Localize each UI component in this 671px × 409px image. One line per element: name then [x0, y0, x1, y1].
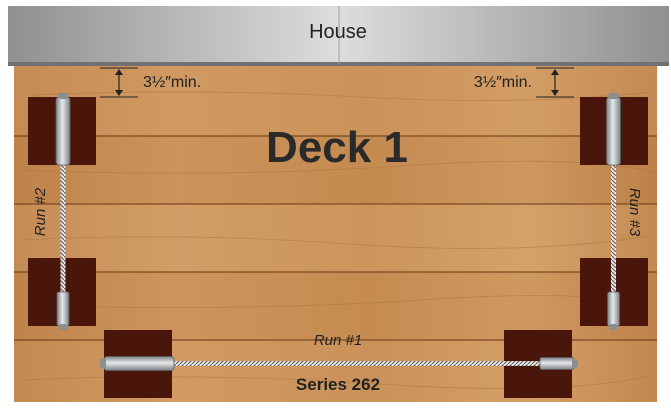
deck-cable-diagram: House 3½″min. 3½″min. Deck 1 Run #2 Run …: [0, 0, 671, 404]
house-wall: House: [8, 6, 669, 66]
deck-board-3: [14, 204, 657, 272]
terminal-fitting: [607, 291, 620, 327]
run-3-label: Run #3: [626, 188, 643, 237]
clearance-right-label: 3½″min.: [474, 74, 532, 91]
deck-board-4: [14, 272, 657, 340]
run-2-label: Run #2: [32, 187, 49, 236]
fitting-cap: [58, 93, 68, 99]
fitting-cap: [608, 93, 619, 99]
series-label: Series 262: [296, 375, 380, 394]
run-1-cable: [172, 361, 540, 366]
fitting-cap: [572, 359, 578, 368]
tensioner-fitting: [55, 96, 71, 166]
diagram-canvas: House 3½″min. 3½″min. Deck 1 Run #2 Run …: [8, 6, 669, 402]
tensioner-fitting: [103, 356, 175, 371]
tensioner-fitting: [606, 96, 621, 166]
clearance-left-label: 3½″min.: [143, 74, 201, 91]
run-2-cable: [60, 164, 66, 292]
run-1-label: Run #1: [314, 332, 362, 349]
terminal-fitting: [56, 291, 70, 327]
deck-title: Deck 1: [266, 123, 408, 172]
house-label: House: [309, 21, 367, 43]
terminal-fitting: [539, 357, 575, 370]
run-3-cable: [611, 164, 616, 292]
fitting-cap: [59, 324, 67, 330]
fitting-cap: [609, 324, 618, 330]
fitting-cap: [100, 358, 106, 369]
